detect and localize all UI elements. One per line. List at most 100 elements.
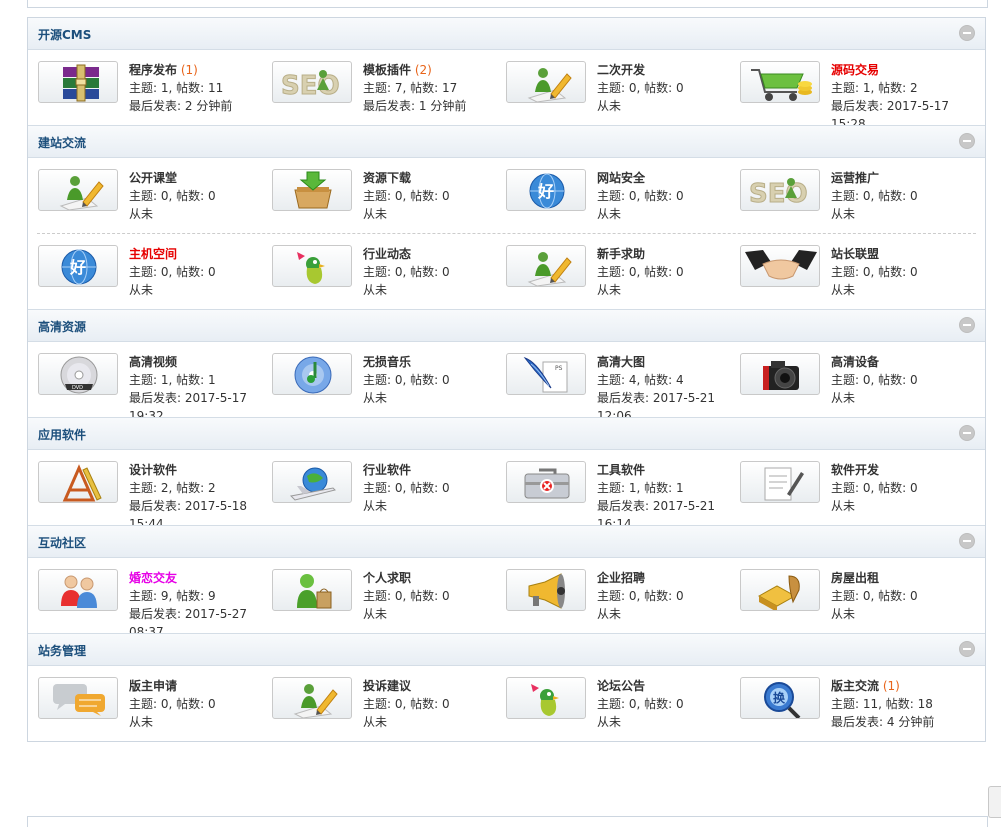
topics-count: 0: [394, 481, 403, 495]
forum-name-link[interactable]: 软件开发: [831, 463, 879, 477]
collapse-icon[interactable]: [959, 425, 975, 441]
forum-icon-link[interactable]: [38, 61, 118, 103]
posts-count: 11: [208, 81, 224, 95]
forum-name-link[interactable]: 论坛公告: [597, 679, 645, 693]
forum-icon-link[interactable]: SEO: [272, 61, 352, 103]
forum-icon-link[interactable]: 换: [740, 677, 820, 719]
category-title[interactable]: 应用软件: [38, 426, 86, 443]
posts-label: 帖数:: [644, 481, 673, 495]
forum-name-link[interactable]: 源码交易: [831, 63, 879, 77]
forum-icon-link[interactable]: [740, 569, 820, 611]
forum-name-link[interactable]: 模板插件: [363, 63, 411, 77]
topics-count: 0: [628, 265, 637, 279]
forum-icon-link[interactable]: [272, 461, 352, 503]
forum-icon-link[interactable]: [506, 677, 586, 719]
collapse-icon[interactable]: [959, 25, 975, 41]
collapse-icon[interactable]: [959, 641, 975, 657]
forum-name-link[interactable]: 网站安全: [597, 171, 645, 185]
forum-icon-link[interactable]: [272, 245, 352, 287]
forum-icon-link[interactable]: [38, 169, 118, 211]
posts-label: 帖数:: [176, 189, 205, 203]
forum-name-link[interactable]: 程序发布: [129, 63, 177, 77]
forum-icon-link[interactable]: [272, 569, 352, 611]
forum-name-link[interactable]: 工具软件: [597, 463, 645, 477]
forum-info: 投诉建议 主题: 0, 帖数: 0 从未: [363, 677, 450, 741]
posts-label: 帖数:: [878, 373, 907, 387]
category-header: 高清资源: [28, 309, 985, 342]
forum-name-link[interactable]: 房屋出租: [831, 571, 879, 585]
last-post-time[interactable]: 1 分钟前: [419, 99, 466, 113]
forum-name-link[interactable]: 站长联盟: [831, 247, 879, 261]
forum-name-link[interactable]: 高清设备: [831, 355, 879, 369]
forum-icon-link[interactable]: [506, 461, 586, 503]
forum-name-link[interactable]: 新手求助: [597, 247, 645, 261]
forum-name-link[interactable]: 公开课堂: [129, 171, 177, 185]
category-title[interactable]: 高清资源: [38, 318, 86, 335]
forum-icon-link[interactable]: [38, 677, 118, 719]
forum-stats: 主题: 0, 帖数: 0: [363, 589, 450, 603]
forum-icon-link[interactable]: SEO: [740, 169, 820, 211]
forum-icon-link[interactable]: PS: [506, 353, 586, 395]
forum-icon-link[interactable]: [740, 245, 820, 287]
forum-item: 二次开发 主题: 0, 帖数: 0 从未: [496, 50, 730, 125]
topics-label: 主题:: [129, 373, 158, 387]
forum-title-line: 高清设备: [831, 353, 918, 371]
forum-icon-link[interactable]: 好: [506, 169, 586, 211]
category-title[interactable]: 互动社区: [38, 534, 86, 551]
forum-name-link[interactable]: 投诉建议: [363, 679, 411, 693]
forum-icon-link[interactable]: 好: [38, 245, 118, 287]
posts-count: 0: [910, 481, 918, 495]
topics-label: 主题:: [129, 589, 158, 603]
forum-item: 个人求职 主题: 0, 帖数: 0 从未: [262, 558, 496, 633]
forum-name-link[interactable]: 运营推广: [831, 171, 879, 185]
topics-count: 0: [628, 697, 637, 711]
never-posted: 从未: [831, 283, 856, 297]
collapse-icon[interactable]: [959, 133, 975, 149]
forum-name-link[interactable]: 行业软件: [363, 463, 411, 477]
scroll-handle[interactable]: [988, 786, 1001, 818]
forum-icon-link[interactable]: DVD: [38, 353, 118, 395]
forum-name-link[interactable]: 婚恋交友: [129, 571, 177, 585]
forum-name-link[interactable]: 企业招聘: [597, 571, 645, 585]
forum-icon-link[interactable]: [740, 61, 820, 103]
forum-name-link[interactable]: 无损音乐: [363, 355, 411, 369]
forum-info: 设计软件 主题: 2, 帖数: 2 最后发表: 2017-5-18 15:44: [129, 461, 262, 531]
svg-text:换: 换: [773, 690, 786, 705]
forum-name-link[interactable]: 设计软件: [129, 463, 177, 477]
never-posted: 从未: [597, 715, 622, 729]
forum-icon-link[interactable]: [740, 353, 820, 395]
forum-icon-link[interactable]: [506, 569, 586, 611]
last-post-time[interactable]: 4 分钟前: [887, 715, 934, 729]
never-posted: 从未: [129, 715, 154, 729]
forum-item: 源码交易 主题: 1, 帖数: 2 最后发表: 2017-5-17 15:28: [730, 50, 964, 131]
forum-name-link[interactable]: 版主交流: [831, 679, 879, 693]
forum-name-link[interactable]: 主机空间: [129, 247, 177, 261]
forum-title-line: 行业动态: [363, 245, 450, 263]
forum-icon-link[interactable]: [38, 461, 118, 503]
forum-name-link[interactable]: 资源下载: [363, 171, 411, 185]
forum-icon-link[interactable]: [272, 677, 352, 719]
category-header: 开源CMS: [28, 18, 985, 50]
forum-name-link[interactable]: 版主申请: [129, 679, 177, 693]
collapse-icon[interactable]: [959, 533, 975, 549]
topics-label: 主题:: [597, 697, 626, 711]
forum-name-link[interactable]: 高清视频: [129, 355, 177, 369]
forum-icon-link[interactable]: [506, 61, 586, 103]
forum-icon-link[interactable]: [272, 353, 352, 395]
forum-item: 设计软件 主题: 2, 帖数: 2 最后发表: 2017-5-18 15:44: [28, 450, 262, 531]
forum-name-link[interactable]: 行业动态: [363, 247, 411, 261]
forum-name-link[interactable]: 二次开发: [597, 63, 645, 77]
forum-name-link[interactable]: 高清大图: [597, 355, 645, 369]
topics-label: 主题:: [831, 265, 860, 279]
collapse-icon[interactable]: [959, 317, 975, 333]
forum-icon-link[interactable]: [272, 169, 352, 211]
forum-icon-link[interactable]: [506, 245, 586, 287]
forum-icon-link[interactable]: [740, 461, 820, 503]
category-title[interactable]: 站务管理: [38, 642, 86, 659]
last-post-time[interactable]: 2 分钟前: [185, 99, 232, 113]
never-posted: 从未: [363, 391, 388, 405]
forum-icon-link[interactable]: [38, 569, 118, 611]
category-title[interactable]: 建站交流: [38, 134, 86, 151]
forum-name-link[interactable]: 个人求职: [363, 571, 411, 585]
category-title[interactable]: 开源CMS: [38, 26, 91, 43]
